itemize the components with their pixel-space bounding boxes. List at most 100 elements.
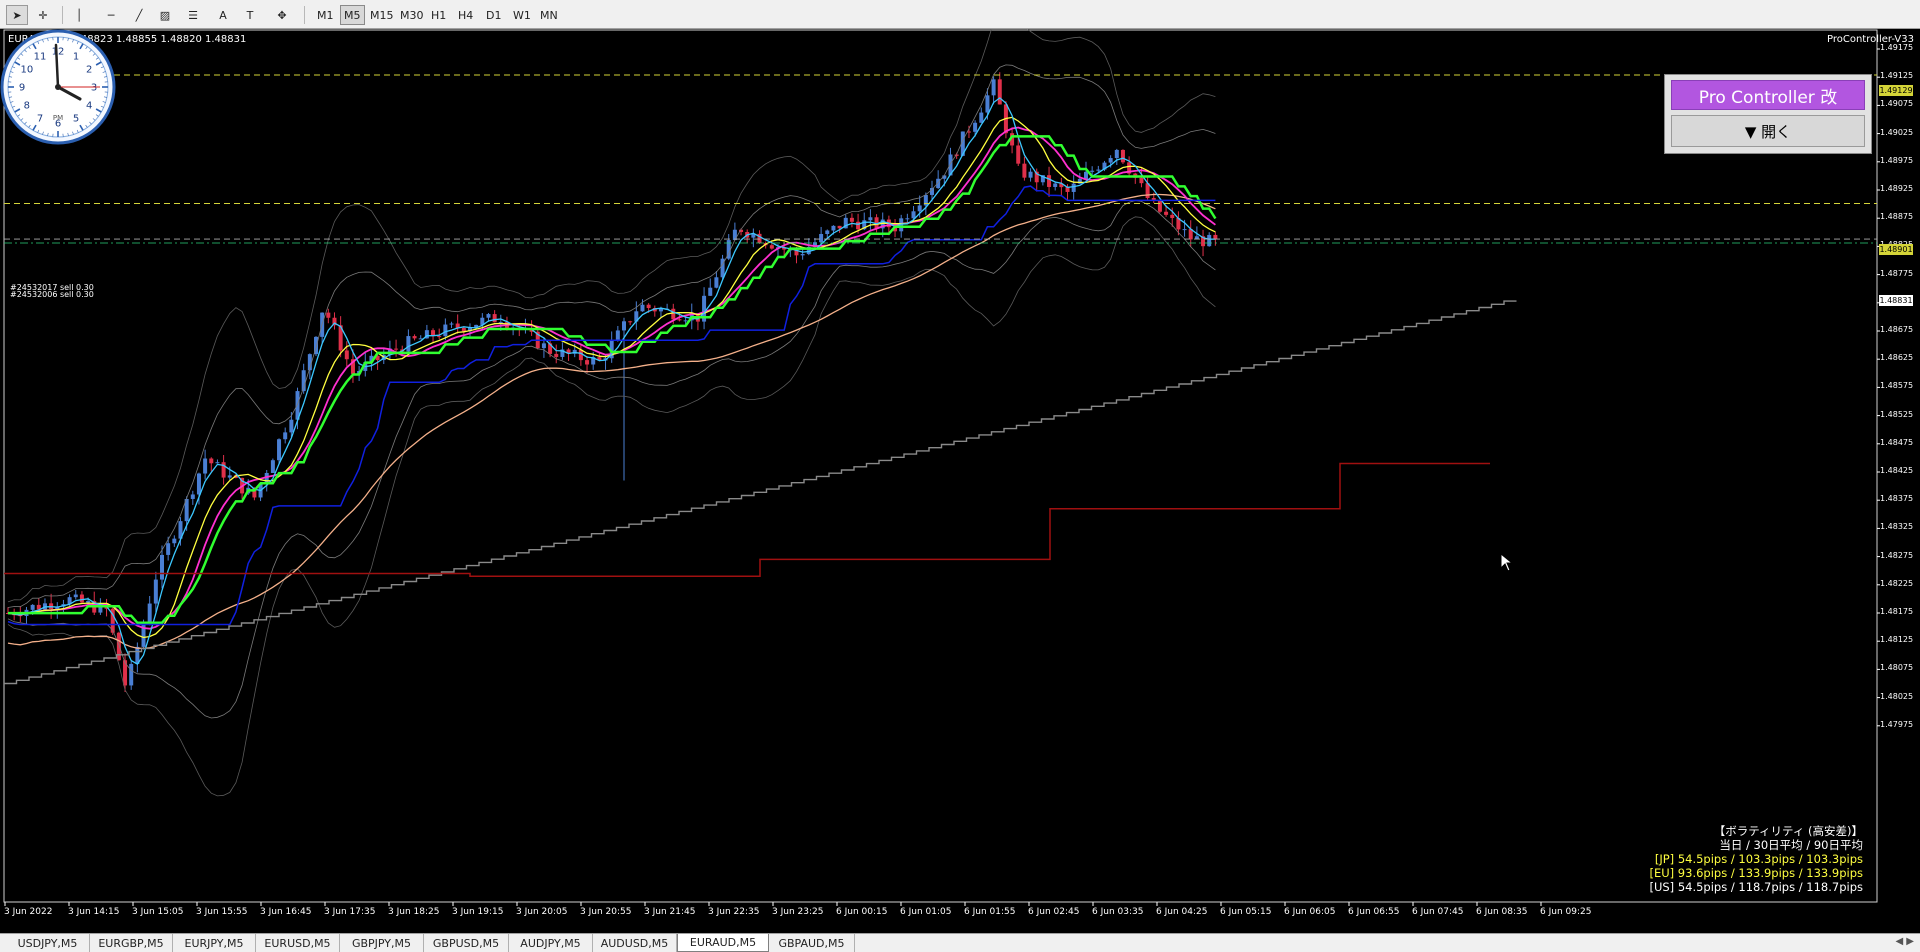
tab-gbpusd[interactable]: GBPUSD,M5 — [424, 934, 509, 952]
clock-number: 12 — [52, 47, 65, 58]
candle-body — [1120, 149, 1125, 163]
timeframe-m5[interactable]: M5 — [340, 5, 365, 25]
time-axis-label: 3 Jun 17:35 — [324, 907, 376, 917]
tab-audjpy[interactable]: AUDJPY,M5 — [509, 934, 593, 952]
chart-frame — [3, 29, 1878, 903]
timeframe-d1[interactable]: D1 — [482, 5, 505, 25]
order-label[interactable]: #24532006 sell 0.30 — [10, 291, 94, 299]
bollinger-lower — [7, 200, 1216, 719]
time-axis-label: 3 Jun 20:05 — [516, 907, 568, 917]
pro-controller-open-button[interactable]: ▼ 開く — [1671, 115, 1865, 147]
price-axis-label: 1.49175 — [1880, 43, 1914, 52]
price-axis-label: 1.48475 — [1880, 437, 1914, 447]
price-axis-label: 1.48175 — [1880, 607, 1914, 616]
candle-body — [492, 314, 497, 323]
candle-body — [270, 460, 275, 473]
price-axis-label: 1.48125 — [1880, 635, 1914, 645]
time-axis-label: 3 Jun 22:35 — [708, 907, 760, 917]
candle-body — [578, 349, 583, 361]
candle-body — [221, 462, 226, 478]
price-tag-upper-line: 1.49129 — [1879, 85, 1913, 96]
candle-body — [147, 603, 152, 625]
tab-euraud[interactable]: EURAUD,M5 — [677, 934, 769, 952]
price-axis-label: 1.48275 — [1880, 550, 1914, 560]
timeframe-m30[interactable]: M30 — [396, 5, 428, 25]
tab-usdjpy[interactable]: USDJPY,M5 — [6, 934, 90, 952]
candle-body — [541, 343, 546, 349]
timeframe-h4[interactable]: H4 — [454, 5, 477, 25]
time-axis-label: 6 Jun 01:55 — [964, 907, 1016, 917]
tab-audusd[interactable]: AUDUSD,M5 — [593, 934, 677, 952]
candle-body — [677, 319, 682, 321]
candle-body — [1071, 183, 1076, 192]
order-labels: #24532017 sell 0.30 #24532006 sell 0.30 — [10, 284, 94, 299]
tab-gbpaud[interactable]: GBPAUD,M5 — [769, 934, 855, 952]
candle-body — [1182, 229, 1187, 231]
candle-body — [1157, 200, 1162, 212]
timeframe-w1[interactable]: W1 — [509, 5, 535, 25]
candle-body — [190, 494, 195, 499]
pro-controller-panel: Pro Controller 改 ▼ 開く — [1664, 74, 1872, 154]
tab-eurjpy[interactable]: EURJPY,M5 — [173, 934, 256, 952]
tab-eurgbp[interactable]: EURGBP,M5 — [90, 934, 173, 952]
timeframe-mn[interactable]: MN — [536, 5, 562, 25]
tab-scroll-arrows-icon[interactable]: ◀ ▶ — [1895, 936, 1914, 947]
price-axis-label: 1.48775 — [1880, 268, 1914, 278]
time-axis-label: 3 Jun 2022 — [4, 907, 53, 917]
candle-body — [1139, 177, 1144, 184]
candle-body — [1016, 145, 1021, 164]
time-axis-label: 3 Jun 23:25 — [772, 907, 824, 917]
volatility-row-us: [US] 54.5pips / 118.7pips / 118.7pips — [1649, 880, 1863, 894]
tab-gbpjpy[interactable]: GBPJPY,M5 — [340, 934, 424, 952]
price-axis-label: 1.48025 — [1880, 691, 1914, 701]
crosshair-tool-icon[interactable]: ✛ — [32, 5, 54, 25]
time-axis-label: 3 Jun 14:15 — [68, 907, 120, 917]
candle-body — [868, 217, 873, 221]
candle-body — [917, 205, 922, 212]
candle-body — [172, 538, 177, 544]
volatility-title: 【ボラティリティ (高安差)】 — [1713, 824, 1863, 838]
time-axis-label: 6 Jun 03:35 — [1092, 907, 1144, 917]
time-axis-label: 6 Jun 06:55 — [1348, 907, 1400, 917]
price-axis-label: 1.48325 — [1880, 522, 1914, 532]
cursor-tool-icon[interactable]: ➤ — [6, 5, 28, 25]
candle-body — [227, 475, 232, 478]
timeframe-m15[interactable]: M15 — [366, 5, 398, 25]
equidistant-channel-tool-icon[interactable]: ▨ — [154, 5, 176, 25]
toolbar-separator — [62, 6, 63, 24]
clock-number: 7 — [37, 114, 43, 125]
candle-body — [79, 594, 84, 603]
candle-body — [640, 304, 645, 312]
candle-body — [406, 336, 411, 352]
candle-body — [1164, 211, 1169, 215]
text-label-tool-icon[interactable]: T — [239, 5, 261, 25]
candle-body — [412, 336, 417, 339]
price-axis-label: 1.48575 — [1880, 381, 1914, 391]
timeframe-h1[interactable]: H1 — [427, 5, 450, 25]
fibonacci-tool-icon[interactable]: ☰ — [182, 5, 204, 25]
candle-body — [1028, 171, 1033, 178]
tab-eurusd[interactable]: EURUSD,M5 — [256, 934, 340, 952]
symbol-tab-bar: USDJPY,M5 EURGBP,M5 EURJPY,M5 EURUSD,M5 … — [0, 933, 1920, 952]
chart-canvas — [3, 29, 1880, 906]
trendline-tool-icon[interactable]: ╱ — [128, 5, 150, 25]
timeframe-m1[interactable]: M1 — [313, 5, 338, 25]
bollinger-lower-outer — [7, 216, 1216, 797]
time-axis-label: 3 Jun 15:05 — [132, 907, 184, 917]
pro-controller-title[interactable]: Pro Controller 改 — [1671, 80, 1865, 110]
price-chart[interactable]: EURAUD,M5 1.48823 1.48855 1.48820 1.4883… — [0, 29, 1920, 933]
time-axis-label: 3 Jun 20:55 — [580, 907, 632, 917]
candle-body — [160, 554, 164, 580]
vertical-line-tool-icon[interactable]: │ — [68, 5, 90, 25]
volatility-row-eu: [EU] 93.6pips / 133.9pips / 133.9pips — [1649, 866, 1864, 880]
price-axis-label: 1.48525 — [1880, 409, 1914, 419]
candle-body — [800, 254, 805, 256]
price-axis-label: 1.48925 — [1880, 184, 1914, 193]
text-tool-icon[interactable]: A — [212, 5, 234, 25]
arrows-tool-icon[interactable]: ✥ — [268, 5, 296, 25]
clock-number: 8 — [24, 101, 30, 112]
candle-body — [708, 287, 713, 296]
candle-body — [905, 218, 910, 220]
candle-body — [196, 473, 201, 495]
horizontal-line-tool-icon[interactable]: ─ — [100, 5, 122, 25]
